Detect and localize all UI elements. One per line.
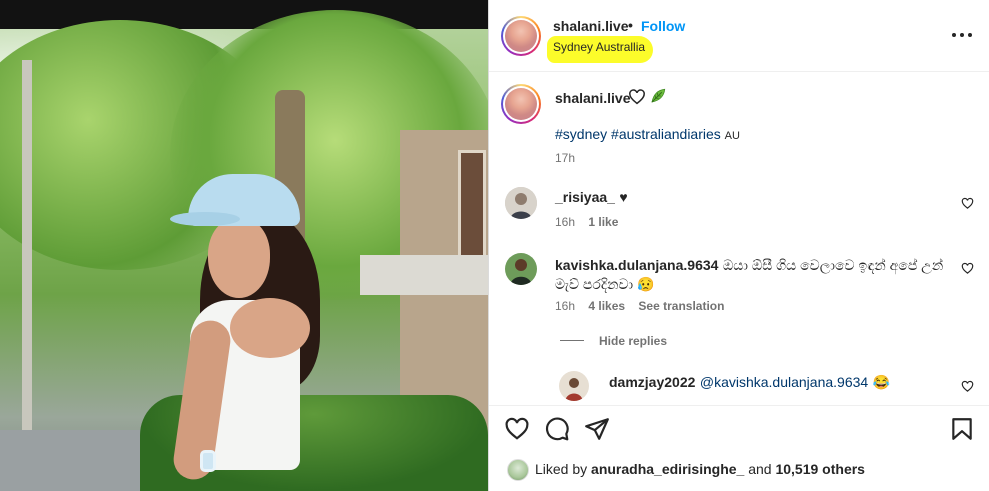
street-pole (22, 60, 32, 491)
comment-text: ♥ (619, 189, 628, 205)
hashtag-link[interactable]: #sydney (555, 126, 607, 142)
caption-avatar[interactable] (501, 84, 541, 124)
reply-avatar[interactable] (559, 371, 589, 401)
liked-by-text: Liked by anuradha_edirisinghe_ and 10,51… (535, 461, 865, 477)
road (0, 430, 150, 491)
reply-username[interactable]: damzjay2022 (609, 374, 695, 390)
liked-by-username[interactable]: anuradha_edirisinghe_ (591, 461, 744, 477)
caption-timestamp[interactable]: 17h (555, 151, 575, 165)
liked-by-prefix: Liked by (535, 461, 588, 477)
post-details-panel: shalani.live • Follow Sydney Australlia … (488, 0, 989, 491)
separator-dot: • (628, 17, 633, 33)
post-header: shalani.live • Follow Sydney Australlia (489, 0, 989, 72)
hashtag-suffix: AU (724, 130, 740, 142)
caption-hashtags: #sydney #australiandiaries AU (555, 126, 740, 142)
comment-time[interactable]: 16h (555, 299, 575, 313)
heart-icon[interactable] (504, 416, 530, 442)
post-location[interactable]: Sydney Australlia (547, 36, 654, 63)
post-action-bar: Liked by anuradha_edirisinghe_ and 10,51… (489, 405, 989, 491)
person (170, 170, 350, 491)
liked-by-and: and (748, 461, 772, 477)
likes-count-link[interactable]: 10,519 others (775, 461, 865, 477)
liked-by-avatar[interactable] (507, 459, 529, 481)
comment-username[interactable]: _risiyaa_ (555, 189, 615, 205)
comment-like-heart-icon[interactable] (961, 197, 974, 210)
comment-likes[interactable]: 4 likes (588, 299, 625, 313)
hashtag-link[interactable]: #australiandiaries (611, 126, 721, 142)
comment-username[interactable]: kavishka.dulanjana.9634 (555, 257, 718, 273)
hide-replies-button[interactable]: Hide replies (599, 334, 667, 348)
comment-body: kavishka.dulanjana.9634 ඔයා ඕසී ගිය වෙලා… (555, 256, 960, 294)
comment-icon[interactable] (544, 416, 570, 442)
comment-like-heart-icon[interactable] (961, 380, 974, 393)
comment-meta: 16h 4 likes See translation (555, 299, 734, 313)
caption-username[interactable]: shalani.live (555, 90, 630, 106)
heart-outline-icon (629, 89, 645, 105)
see-translation-link[interactable]: See translation (638, 299, 724, 313)
author-username[interactable]: shalani.live (553, 18, 628, 34)
reply-mention-link[interactable]: @kavishka.dulanjana.9634 (700, 374, 868, 390)
leaf-icon (651, 88, 666, 103)
comment-likes[interactable]: 1 like (588, 215, 618, 229)
replies-divider (560, 340, 584, 341)
author-avatar[interactable] (501, 16, 541, 56)
commenter-avatar[interactable] (505, 253, 537, 285)
smartwatch (200, 450, 216, 472)
more-icon[interactable] (950, 27, 974, 43)
comment-like-heart-icon[interactable] (961, 262, 974, 275)
comment-time[interactable]: 16h (555, 215, 575, 229)
follow-button[interactable]: Follow (641, 18, 685, 34)
awning (360, 255, 488, 295)
reply-emoji: 😂 (872, 374, 891, 390)
reply-body: damzjay2022 @kavishka.dulanjana.9634 😂 (609, 374, 890, 392)
comment-meta: 16h 1 like (555, 215, 628, 229)
share-icon[interactable] (584, 416, 610, 442)
comment-body: _risiyaa_ ♥ (555, 189, 628, 207)
commenter-avatar[interactable] (505, 187, 537, 219)
post-photo[interactable] (0, 0, 488, 491)
bookmark-icon[interactable] (949, 416, 975, 442)
